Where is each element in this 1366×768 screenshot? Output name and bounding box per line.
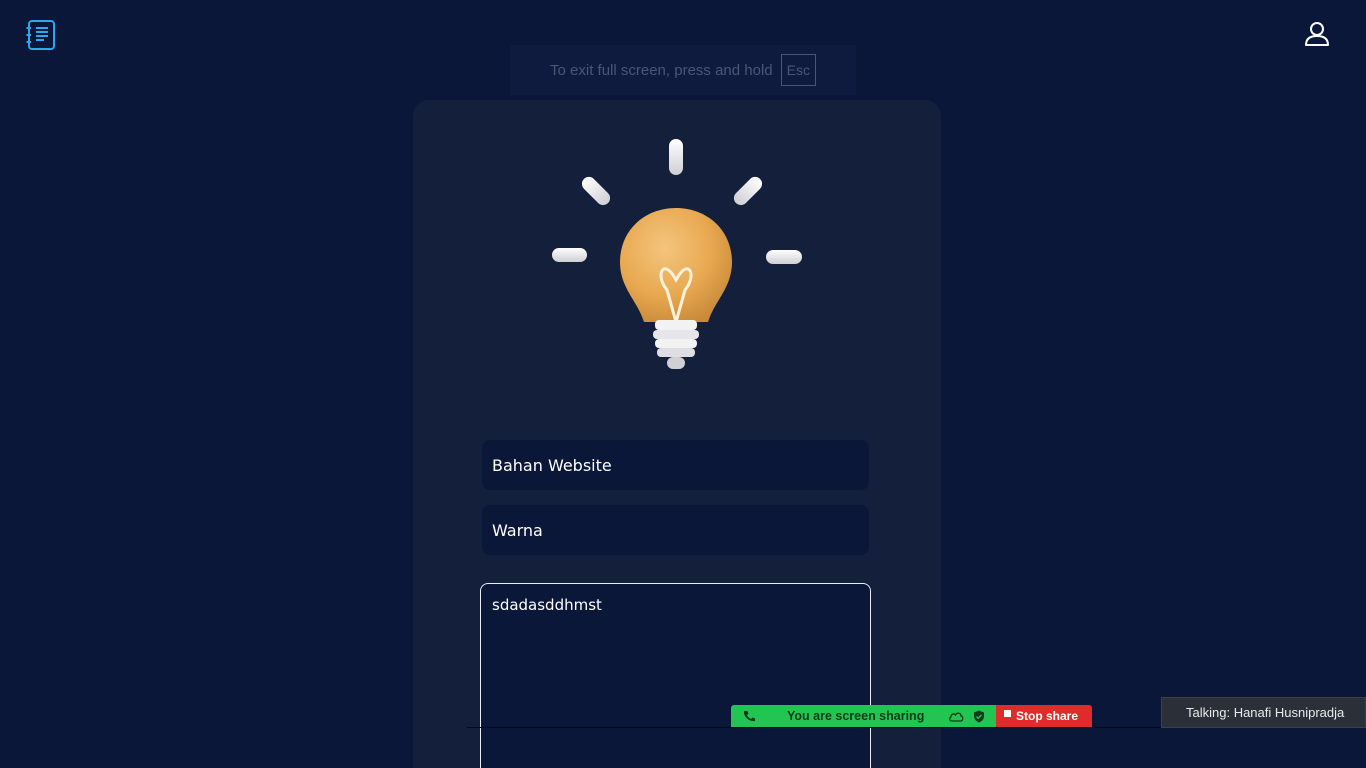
stop-share-button[interactable]: Stop share [996, 705, 1092, 727]
page: To exit full screen, press and hold Esc [0, 0, 1366, 768]
screen-share-bar: You are screen sharing Stop share [731, 705, 1092, 727]
color-value: Warna [492, 520, 543, 540]
phone-icon [743, 710, 755, 725]
color-input[interactable]: Warna [482, 505, 869, 555]
stop-icon [1004, 709, 1011, 717]
esc-key-label: Esc [780, 54, 816, 86]
description-textarea[interactable]: sdadasddhmst [480, 583, 871, 768]
stop-share-label: Stop share [1016, 709, 1079, 723]
screen-share-status: You are screen sharing [731, 705, 996, 727]
cloud-icon [948, 710, 964, 725]
screen-share-message: You are screen sharing [787, 709, 925, 723]
user-icon[interactable] [1303, 20, 1331, 48]
fullscreen-notice-text: To exit full screen, press and hold [550, 61, 773, 79]
fullscreen-notice: To exit full screen, press and hold Esc [510, 45, 856, 95]
notebook-list-icon[interactable] [26, 19, 56, 51]
talking-text: Talking: Hanafi Husnipradja [1186, 705, 1345, 720]
description-value: sdadasddhmst [492, 596, 602, 614]
talking-indicator: Talking: Hanafi Husnipradja [1161, 697, 1366, 728]
website-material-value: Bahan Website [492, 455, 612, 475]
shield-icon [973, 710, 985, 726]
website-material-input[interactable]: Bahan Website [482, 440, 869, 490]
lightbulb-icon [545, 130, 815, 380]
